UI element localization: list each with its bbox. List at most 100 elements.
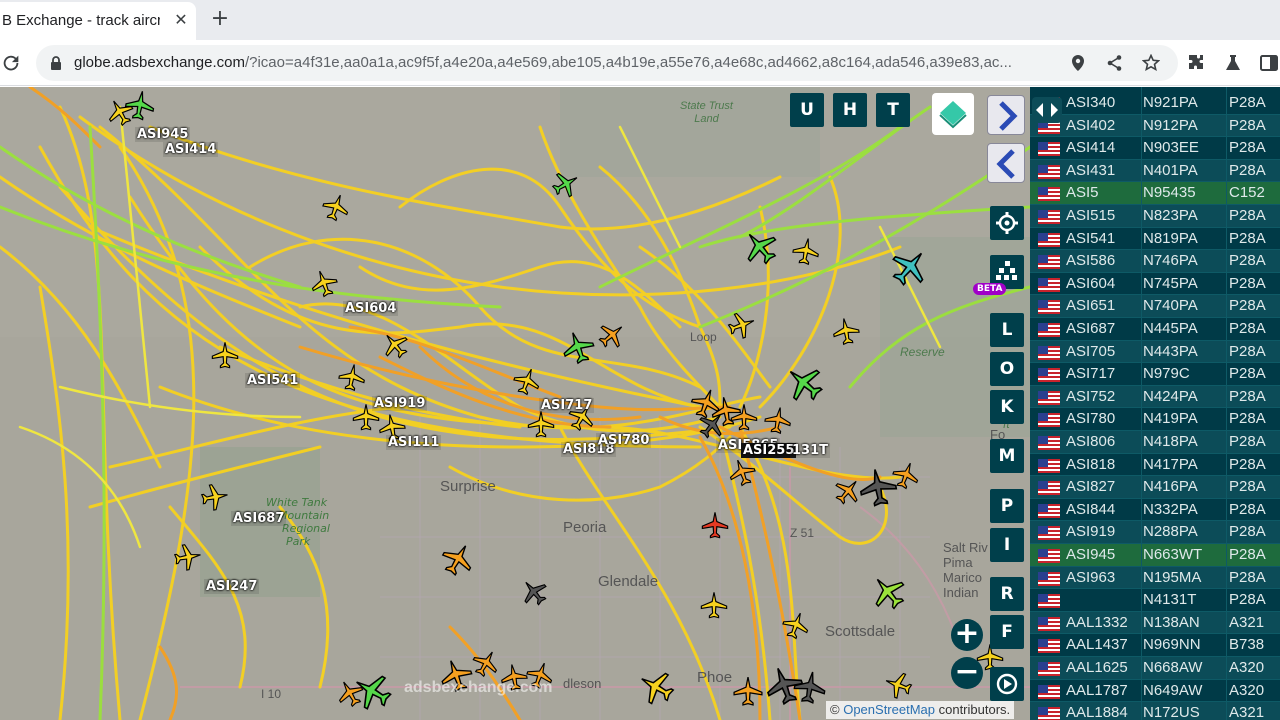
i-button[interactable]: I bbox=[990, 528, 1024, 562]
label-asi687[interactable]: ASI687 bbox=[231, 511, 287, 526]
road-i10: I 10 bbox=[261, 687, 282, 701]
label-asi111[interactable]: ASI111 bbox=[386, 435, 442, 450]
table-row[interactable]: ASI541 N819PA P28A bbox=[1030, 228, 1280, 251]
us-flag-icon bbox=[1038, 300, 1060, 315]
address-bar[interactable]: globe.adsbexchange.com/?icao=a4f31e,aa0a… bbox=[36, 45, 1178, 81]
label-asi919[interactable]: ASI919 bbox=[372, 396, 428, 411]
tab-close-icon[interactable]: ✕ bbox=[171, 10, 191, 30]
lock-icon[interactable] bbox=[50, 55, 62, 71]
type-cell: P28A bbox=[1229, 252, 1266, 270]
beta-badge: BETA bbox=[973, 283, 1007, 295]
p-button[interactable]: P bbox=[990, 489, 1024, 523]
zoom-in-icon[interactable]: + bbox=[951, 619, 983, 651]
table-row[interactable]: ASI963 N195MA P28A bbox=[1030, 566, 1280, 590]
share-icon[interactable] bbox=[1106, 54, 1124, 72]
place-reserve: Reserve bbox=[900, 345, 945, 359]
label-asi414[interactable]: ASI414 bbox=[163, 142, 219, 157]
t-button[interactable]: T bbox=[876, 93, 910, 127]
map-view[interactable]: Surprise Peoria Glendale Scottsdale Phoe… bbox=[0, 87, 1030, 720]
label-asi255[interactable]: ASI255 bbox=[741, 443, 797, 458]
table-row[interactable]: ASI402 N912PA P28A bbox=[1030, 114, 1280, 138]
labs-icon[interactable] bbox=[1223, 53, 1243, 73]
label-asi717[interactable]: ASI717 bbox=[539, 398, 595, 413]
registration-cell: N969NN bbox=[1143, 636, 1201, 654]
new-tab-icon[interactable]: + bbox=[208, 7, 232, 31]
type-cell: P28A bbox=[1229, 297, 1266, 315]
osm-link[interactable]: OpenStreetMap bbox=[843, 702, 935, 717]
o-button[interactable]: O bbox=[990, 352, 1024, 386]
k-button[interactable]: K bbox=[990, 390, 1024, 424]
url-text[interactable]: globe.adsbexchange.com/?icao=a4f31e,aa0a… bbox=[74, 54, 1059, 71]
layers-button[interactable] bbox=[932, 93, 974, 135]
map-attribution: © OpenStreetMap contributors. bbox=[826, 701, 1015, 719]
location-icon[interactable] bbox=[1069, 54, 1087, 72]
l-button[interactable]: L bbox=[990, 313, 1024, 347]
place-salt-river: Salt Riv bbox=[943, 540, 988, 555]
label-asi247[interactable]: ASI247 bbox=[204, 579, 260, 594]
label-n131t[interactable]: 131T bbox=[790, 443, 831, 458]
extensions-icon[interactable] bbox=[1186, 53, 1206, 73]
browser-tab-strip: B Exchange - track aircraft ✕ + bbox=[0, 0, 1280, 40]
us-flag-icon bbox=[1038, 616, 1060, 631]
table-row[interactable]: AAL1625 N668AW A320 bbox=[1030, 657, 1280, 680]
table-row[interactable]: ASI844 N332PA P28A bbox=[1030, 499, 1280, 522]
callsign-cell: ASI340 bbox=[1066, 94, 1116, 111]
table-row[interactable]: ASI687 N445PA P28A bbox=[1030, 318, 1280, 341]
label-asi780[interactable]: ASI780 bbox=[596, 433, 652, 448]
table-row[interactable]: ASI604 N745PA P28A bbox=[1030, 273, 1280, 296]
table-row[interactable]: AAL1884 N172US A321 bbox=[1030, 702, 1280, 720]
place-avondale: dleson bbox=[563, 676, 602, 691]
table-row[interactable]: ASI806 N418PA P28A bbox=[1030, 431, 1280, 454]
replay-button[interactable] bbox=[990, 667, 1024, 701]
browser-tab[interactable]: B Exchange - track aircraft ✕ bbox=[0, 2, 196, 40]
table-row[interactable]: ASI752 N424PA P28A bbox=[1030, 385, 1280, 409]
callsign-cell: ASI780 bbox=[1066, 410, 1116, 428]
callsign-cell: ASI752 bbox=[1066, 387, 1116, 405]
table-row[interactable]: ASI431 N401PA P28A bbox=[1030, 159, 1280, 183]
table-row[interactable]: ASI717 N979C P28A bbox=[1030, 363, 1280, 386]
label-asi945[interactable]: ASI945 bbox=[135, 127, 191, 142]
star-icon[interactable] bbox=[1142, 54, 1160, 72]
table-row[interactable]: ASI340 N921PA P28A bbox=[1030, 92, 1280, 115]
type-cell: P28A bbox=[1229, 342, 1266, 360]
table-row[interactable]: ASI586 N746PA P28A bbox=[1030, 250, 1280, 273]
label-asi604[interactable]: ASI604 bbox=[343, 301, 399, 316]
table-row[interactable]: AAL1787 N649AW A320 bbox=[1030, 680, 1280, 703]
registration-cell: N419PA bbox=[1143, 410, 1198, 428]
next-button[interactable] bbox=[987, 95, 1025, 135]
type-cell: P28A bbox=[1229, 591, 1266, 609]
type-cell: P28A bbox=[1229, 229, 1266, 247]
f-button[interactable]: F bbox=[990, 615, 1024, 649]
registration-cell: N95435 bbox=[1143, 184, 1196, 202]
us-flag-icon bbox=[1038, 413, 1060, 428]
table-row[interactable]: ASI780 N419PA P28A bbox=[1030, 408, 1280, 431]
u-button[interactable]: U bbox=[790, 93, 824, 127]
r-button[interactable]: R bbox=[990, 577, 1024, 611]
settings-button[interactable] bbox=[990, 206, 1024, 240]
label-asi541[interactable]: ASI541 bbox=[245, 373, 301, 388]
table-row[interactable]: ASI945 N663WT P28A bbox=[1030, 544, 1280, 567]
h-button[interactable]: H bbox=[833, 93, 867, 127]
registration-cell: N668AW bbox=[1143, 659, 1203, 676]
sidepanel-icon[interactable] bbox=[1259, 53, 1279, 73]
table-row[interactable]: ASI919 N288PA P28A bbox=[1030, 521, 1280, 544]
table-row[interactable]: ASI414 N903EE P28A bbox=[1030, 137, 1280, 160]
table-row[interactable]: N4131T P28A bbox=[1030, 589, 1280, 612]
callsign-cell: AAL1884 bbox=[1066, 704, 1128, 720]
table-row[interactable]: AAL1437 N969NN B738 bbox=[1030, 634, 1280, 657]
table-row[interactable]: AAL1332 N138AN A321 bbox=[1030, 611, 1280, 635]
prev-button[interactable] bbox=[987, 143, 1025, 183]
reload-icon[interactable] bbox=[0, 52, 22, 74]
panel-toggle-button[interactable] bbox=[1032, 97, 1062, 123]
table-row[interactable]: ASI651 N740PA P28A bbox=[1030, 295, 1280, 318]
table-row[interactable]: ASI705 N443PA P28A bbox=[1030, 340, 1280, 364]
type-cell: P28A bbox=[1229, 116, 1266, 134]
zoom-out-icon[interactable]: − bbox=[951, 657, 983, 689]
m-button[interactable]: M bbox=[990, 439, 1024, 473]
table-row[interactable]: ASI818 N417PA P28A bbox=[1030, 454, 1280, 477]
table-row[interactable]: ASI827 N416PA P28A bbox=[1030, 476, 1280, 499]
table-row[interactable]: ASI515 N823PA P28A bbox=[1030, 205, 1280, 228]
type-cell: P28A bbox=[1229, 365, 1266, 383]
registration-cell: N823PA bbox=[1143, 207, 1198, 224]
table-row[interactable]: ASI5 N95435 C152 bbox=[1030, 182, 1280, 205]
